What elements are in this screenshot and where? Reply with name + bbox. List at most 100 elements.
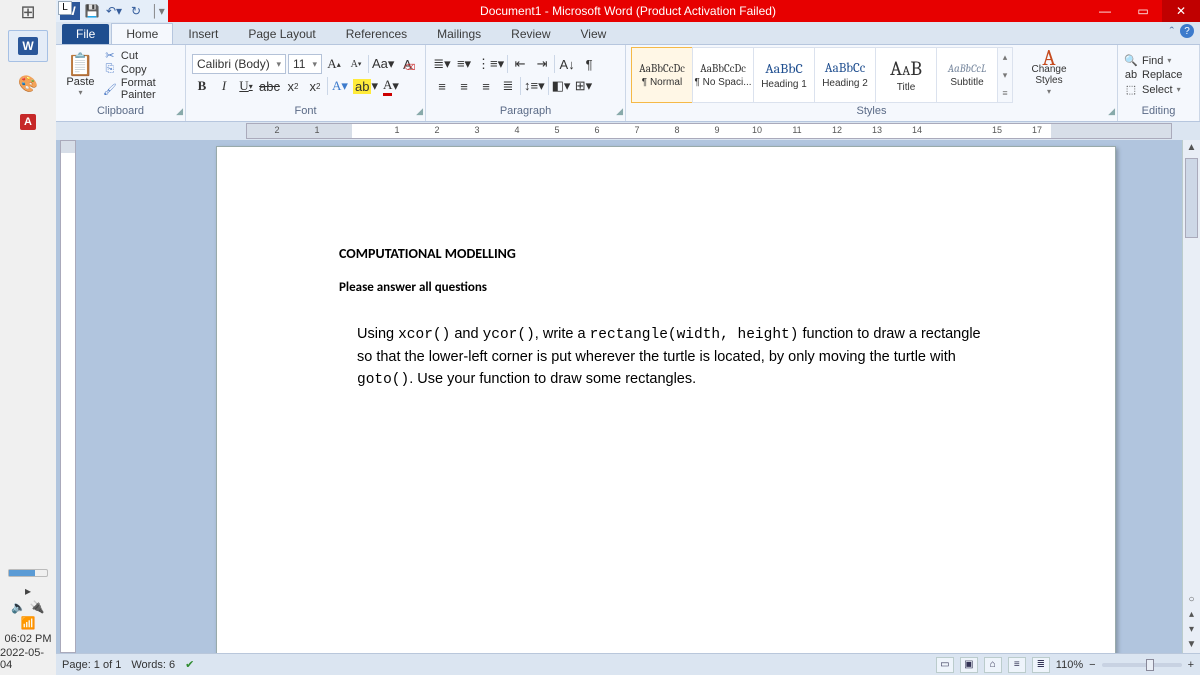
qat-redo-icon[interactable]: ↻ — [126, 2, 146, 20]
format-painter-button[interactable]: 🖌Format Painter — [103, 77, 179, 101]
strike-button[interactable]: abc — [258, 76, 281, 96]
zoom-out-button[interactable]: − — [1089, 659, 1095, 671]
status-words[interactable]: Words: 6 — [131, 659, 175, 671]
tray-sound-icon[interactable]: 🔈 🔌 — [0, 599, 56, 615]
borders-button[interactable]: ⊞▾ — [573, 76, 593, 96]
bold-button[interactable]: B — [192, 76, 212, 96]
system-date[interactable]: 2022-05-04 — [0, 647, 56, 675]
tab-selector[interactable]: L — [58, 1, 72, 15]
copy-button[interactable]: ⎘Copy — [103, 63, 179, 76]
minimize-button[interactable]: — — [1086, 0, 1124, 22]
start-button[interactable]: ⊞ — [0, 0, 56, 24]
text-effects-button[interactable]: A▾ — [330, 76, 350, 96]
align-center-button[interactable]: ≡ — [454, 76, 474, 96]
zoom-in-button[interactable]: + — [1188, 659, 1194, 671]
view-print-layout-button[interactable]: ▭ — [936, 657, 954, 673]
horizontal-ruler[interactable]: 2 1 1 2 3 4 5 6 7 8 9 10 11 12 13 14 15 … — [246, 123, 1172, 139]
system-clock[interactable]: 06:02 PM — [4, 631, 51, 647]
line-spacing-button[interactable]: ↕≡▾ — [523, 76, 546, 96]
paragraph-launcher-icon[interactable]: ◢ — [616, 106, 623, 117]
tab-home[interactable]: Home — [111, 23, 173, 44]
sort-button[interactable]: A↓ — [557, 54, 577, 74]
shading-button[interactable]: ◧▾ — [551, 76, 572, 96]
tray-arrow-icon[interactable]: ▸ — [0, 583, 56, 599]
style-normal[interactable]: AaBbCcDc¶ Normal — [631, 47, 693, 103]
scroll-down-icon[interactable]: ▼ — [1183, 637, 1200, 653]
status-proof-icon[interactable]: ✔ — [185, 658, 194, 671]
change-case-button[interactable]: Aa▾ — [371, 54, 395, 74]
tray-network-icon[interactable]: 📶 — [0, 615, 56, 631]
tab-view[interactable]: View — [566, 23, 622, 44]
prev-page-icon[interactable]: ▴ — [1189, 609, 1194, 620]
taskbar-word-icon[interactable]: W — [8, 30, 48, 62]
browse-object-icon[interactable]: ○ — [1188, 594, 1194, 605]
vertical-ruler[interactable] — [60, 140, 76, 653]
ribbon-minimize-icon[interactable]: ˆ — [1170, 24, 1174, 39]
zoom-slider[interactable] — [1102, 663, 1182, 667]
font-launcher-icon[interactable]: ◢ — [416, 106, 423, 117]
quick-access-toolbar: W 💾 ↶▾ ↻ │▾ — [56, 0, 168, 22]
multilevel-button[interactable]: ⋮≡▾ — [476, 54, 505, 74]
tab-file[interactable]: File — [62, 24, 109, 44]
clipboard-launcher-icon[interactable]: ◢ — [176, 106, 183, 117]
subscript-button[interactable]: x2 — [283, 76, 303, 96]
underline-button[interactable]: U▾ — [236, 76, 256, 96]
style-gallery-scroll[interactable]: ▴▾≡ — [997, 47, 1013, 103]
align-right-button[interactable]: ≡ — [476, 76, 496, 96]
document-heading: COMPUTATIONAL MODELLING — [339, 245, 999, 262]
view-draft-button[interactable]: ≣ — [1032, 657, 1050, 673]
style-no-spacing[interactable]: AaBbCcDc¶ No Spaci... — [692, 47, 754, 103]
help-icon[interactable]: ? — [1180, 24, 1194, 38]
style-heading1[interactable]: AaBbCHeading 1 — [753, 47, 815, 103]
change-styles-button[interactable]: A Change Styles ▾ — [1023, 53, 1075, 97]
next-page-icon[interactable]: ▾ — [1189, 624, 1194, 635]
font-name-combo[interactable]: Calibri (Body)▾ — [192, 54, 286, 74]
tab-page-layout[interactable]: Page Layout — [233, 23, 330, 44]
view-full-screen-button[interactable]: ▣ — [960, 657, 978, 673]
italic-button[interactable]: I — [214, 76, 234, 96]
style-subtitle[interactable]: AaBbCcLSubtitle — [936, 47, 998, 103]
font-color-button[interactable]: A▾ — [381, 76, 401, 96]
view-web-button[interactable]: ⌂ — [984, 657, 1002, 673]
tab-review[interactable]: Review — [496, 23, 565, 44]
bullets-button[interactable]: ≣▾ — [432, 54, 452, 74]
style-title[interactable]: AaBTitle — [875, 47, 937, 103]
zoom-level[interactable]: 110% — [1056, 659, 1083, 671]
taskbar-paint-icon[interactable]: 🎨 — [8, 68, 48, 100]
outdent-button[interactable]: ⇤ — [510, 54, 530, 74]
grow-font-button[interactable]: A▴ — [324, 54, 344, 74]
taskbar-adobe-icon[interactable]: A — [8, 106, 48, 138]
qat-undo-icon[interactable]: ↶▾ — [104, 2, 124, 20]
replace-button[interactable]: abReplace — [1124, 69, 1182, 81]
tab-mailings[interactable]: Mailings — [422, 23, 496, 44]
highlight-button[interactable]: ab▾ — [352, 76, 379, 96]
show-marks-button[interactable]: ¶ — [579, 54, 599, 74]
tab-insert[interactable]: Insert — [173, 23, 233, 44]
paste-button[interactable]: 📋 Paste ▾ — [62, 54, 99, 97]
clear-format-button[interactable]: A⌫ — [397, 54, 417, 74]
numbering-button[interactable]: ≡▾ — [454, 54, 474, 74]
font-label: Font — [294, 105, 316, 117]
document-page[interactable]: COMPUTATIONAL MODELLING Please answer al… — [216, 146, 1116, 653]
shrink-font-button[interactable]: A▾ — [346, 54, 366, 74]
qat-customize-icon[interactable]: │▾ — [148, 2, 168, 20]
vertical-scrollbar[interactable]: ▲ ○ ▴ ▾ ▼ — [1182, 140, 1200, 653]
view-outline-button[interactable]: ≡ — [1008, 657, 1026, 673]
font-size-combo[interactable]: 11▾ — [288, 54, 322, 74]
scroll-up-icon[interactable]: ▲ — [1183, 140, 1200, 156]
style-heading2[interactable]: AaBbCcHeading 2 — [814, 47, 876, 103]
select-button[interactable]: ⬚Select▾ — [1124, 83, 1182, 96]
superscript-button[interactable]: x2 — [305, 76, 325, 96]
scroll-thumb[interactable] — [1185, 158, 1198, 238]
justify-button[interactable]: ≣ — [498, 76, 518, 96]
cut-button[interactable]: ✂Cut — [103, 49, 179, 62]
tab-references[interactable]: References — [331, 23, 422, 44]
qat-save-icon[interactable]: 💾 — [82, 2, 102, 20]
close-button[interactable]: ✕ — [1162, 0, 1200, 22]
find-button[interactable]: 🔍Find▾ — [1124, 54, 1182, 67]
status-page[interactable]: Page: 1 of 1 — [62, 659, 121, 671]
styles-launcher-icon[interactable]: ◢ — [1108, 106, 1115, 117]
indent-button[interactable]: ⇥ — [532, 54, 552, 74]
align-left-button[interactable]: ≡ — [432, 76, 452, 96]
maximize-button[interactable]: ▭ — [1124, 0, 1162, 22]
